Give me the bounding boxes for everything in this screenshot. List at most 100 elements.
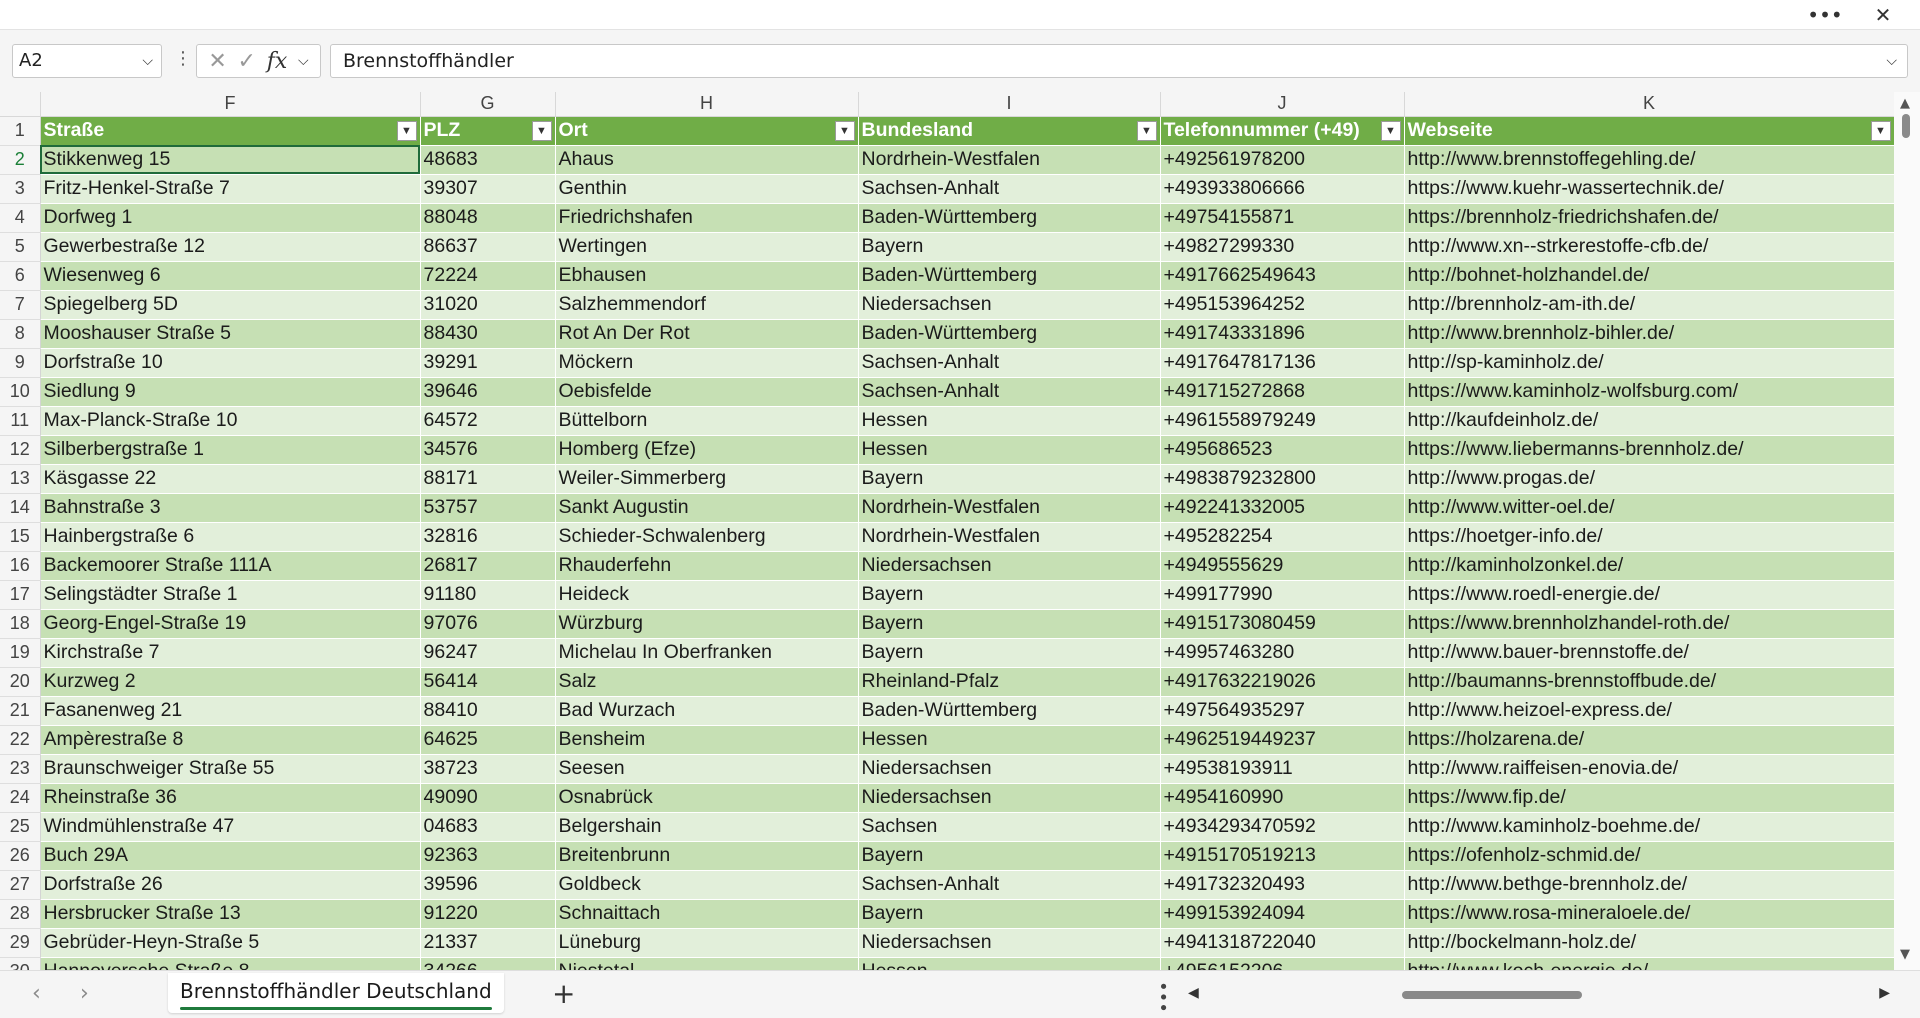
row-number[interactable]: 2	[0, 145, 41, 175]
phone-cell[interactable]: +4934293470592	[1160, 812, 1405, 842]
street-cell[interactable]: Kirchstraße 7	[40, 638, 421, 668]
street-cell[interactable]: Hannoversche Straße 8	[40, 957, 421, 970]
website-cell[interactable]: https://www.fip.de/	[1404, 783, 1895, 813]
city-cell[interactable]: Büttelborn	[555, 406, 859, 436]
street-cell[interactable]: Siedlung 9	[40, 377, 421, 407]
state-cell[interactable]: Rheinland-Pfalz	[858, 667, 1161, 697]
city-cell[interactable]: Friedrichshafen	[555, 203, 859, 233]
header-cell[interactable]: Bundesland ▼	[858, 116, 1161, 146]
state-cell[interactable]: Nordrhein-Westfalen	[858, 493, 1161, 523]
header-cell[interactable]: Straße ▼	[40, 116, 421, 146]
phone-cell[interactable]: +491743331896	[1160, 319, 1405, 349]
row-number[interactable]: 16	[0, 551, 41, 581]
city-cell[interactable]: Belgershain	[555, 812, 859, 842]
city-cell[interactable]: Sankt Augustin	[555, 493, 859, 523]
row-number[interactable]: 1	[0, 116, 41, 146]
column-header[interactable]: G	[420, 92, 556, 117]
state-cell[interactable]: Bayern	[858, 464, 1161, 494]
phone-cell[interactable]: +492561978200	[1160, 145, 1405, 175]
phone-cell[interactable]: +4956152206	[1160, 957, 1405, 970]
vertical-scroll-thumb[interactable]	[1902, 114, 1910, 138]
row-number[interactable]: 17	[0, 580, 41, 610]
state-cell[interactable]: Hessen	[858, 725, 1161, 755]
state-cell[interactable]: Bayern	[858, 638, 1161, 668]
state-cell[interactable]: Niedersachsen	[858, 290, 1161, 320]
street-cell[interactable]: Hersbrucker Straße 13	[40, 899, 421, 929]
city-cell[interactable]: Osnabrück	[555, 783, 859, 813]
website-cell[interactable]: http://brennholz-am-ith.de/	[1404, 290, 1895, 320]
street-cell[interactable]: Windmühlenstraße 47	[40, 812, 421, 842]
plz-cell[interactable]: 32816	[420, 522, 556, 552]
add-sheet-icon[interactable]: +	[552, 977, 575, 1010]
plz-cell[interactable]: 21337	[420, 928, 556, 958]
phone-cell[interactable]: +4941318722040	[1160, 928, 1405, 958]
website-cell[interactable]: http://www.witter-oel.de/	[1404, 493, 1895, 523]
website-cell[interactable]: http://baumanns-brennstoffbude.de/	[1404, 667, 1895, 697]
row-number[interactable]: 30	[0, 957, 41, 970]
scroll-left-icon[interactable]: ◀	[1188, 985, 1199, 1001]
city-cell[interactable]: Ahaus	[555, 145, 859, 175]
sheet-bar-more-icon[interactable]: •••	[1152, 981, 1173, 1013]
plz-cell[interactable]: 39291	[420, 348, 556, 378]
row-number[interactable]: 7	[0, 290, 41, 320]
state-cell[interactable]: Nordrhein-Westfalen	[858, 522, 1161, 552]
street-cell[interactable]: Stikkenweg 15	[40, 145, 421, 175]
phone-cell[interactable]: +491715272868	[1160, 377, 1405, 407]
website-cell[interactable]: http://www.brennholz-bihler.de/	[1404, 319, 1895, 349]
phone-cell[interactable]: +49754155871	[1160, 203, 1405, 233]
row-number[interactable]: 27	[0, 870, 41, 900]
website-cell[interactable]: http://www.progas.de/	[1404, 464, 1895, 494]
website-cell[interactable]: http://bockelmann-holz.de/	[1404, 928, 1895, 958]
website-cell[interactable]: http://kaminholzonkel.de/	[1404, 551, 1895, 581]
plz-cell[interactable]: 31020	[420, 290, 556, 320]
phone-cell[interactable]: +4915170519213	[1160, 841, 1405, 871]
city-cell[interactable]: Bad Wurzach	[555, 696, 859, 726]
row-number[interactable]: 9	[0, 348, 41, 378]
check-icon[interactable]: ✓	[238, 49, 256, 74]
row-number[interactable]: 19	[0, 638, 41, 668]
phone-cell[interactable]: +495153964252	[1160, 290, 1405, 320]
street-cell[interactable]: Mooshauser Straße 5	[40, 319, 421, 349]
plz-cell[interactable]: 34266	[420, 957, 556, 970]
state-cell[interactable]: Hessen	[858, 406, 1161, 436]
phone-cell[interactable]: +4961558979249	[1160, 406, 1405, 436]
plz-cell[interactable]: 48683	[420, 145, 556, 175]
column-header[interactable]: H	[555, 92, 859, 117]
phone-cell[interactable]: +4954160990	[1160, 783, 1405, 813]
state-cell[interactable]: Niedersachsen	[858, 783, 1161, 813]
plz-cell[interactable]: 88171	[420, 464, 556, 494]
city-cell[interactable]: Würzburg	[555, 609, 859, 639]
phone-cell[interactable]: +4983879232800	[1160, 464, 1405, 494]
formula-input[interactable]: Brennstoffhändler ⌵	[330, 44, 1908, 78]
city-cell[interactable]: Heideck	[555, 580, 859, 610]
phone-cell[interactable]: +4917647817136	[1160, 348, 1405, 378]
website-cell[interactable]: http://kaufdeinholz.de/	[1404, 406, 1895, 436]
state-cell[interactable]: Sachsen-Anhalt	[858, 174, 1161, 204]
plz-cell[interactable]: 26817	[420, 551, 556, 581]
name-box[interactable]: A2 ⌵	[12, 44, 162, 78]
vertical-scrollbar[interactable]: ▲ ▼	[1894, 92, 1920, 970]
city-cell[interactable]: Genthin	[555, 174, 859, 204]
plz-cell[interactable]: 49090	[420, 783, 556, 813]
column-header[interactable]: J	[1160, 92, 1405, 117]
street-cell[interactable]: Spiegelberg 5D	[40, 290, 421, 320]
row-number[interactable]: 28	[0, 899, 41, 929]
website-cell[interactable]: http://www.kaminholz-boehme.de/	[1404, 812, 1895, 842]
website-cell[interactable]: https://www.liebermanns-brennholz.de/	[1404, 435, 1895, 465]
website-cell[interactable]: https://www.roedl-energie.de/	[1404, 580, 1895, 610]
plz-cell[interactable]: 56414	[420, 667, 556, 697]
state-cell[interactable]: Niedersachsen	[858, 551, 1161, 581]
phone-cell[interactable]: +4949555629	[1160, 551, 1405, 581]
plz-cell[interactable]: 91180	[420, 580, 556, 610]
street-cell[interactable]: Dorfweg 1	[40, 203, 421, 233]
column-header[interactable]: F	[40, 92, 421, 117]
phone-cell[interactable]: +495686523	[1160, 435, 1405, 465]
website-cell[interactable]: https://brennholz-friedrichshafen.de/	[1404, 203, 1895, 233]
city-cell[interactable]: Breitenbrunn	[555, 841, 859, 871]
state-cell[interactable]: Baden-Württemberg	[858, 261, 1161, 291]
website-cell[interactable]: https://www.brennholzhandel-roth.de/	[1404, 609, 1895, 639]
street-cell[interactable]: Backemoorer Straße 111A	[40, 551, 421, 581]
state-cell[interactable]: Nordrhein-Westfalen	[858, 145, 1161, 175]
city-cell[interactable]: Wertingen	[555, 232, 859, 262]
street-cell[interactable]: Georg-Engel-Straße 19	[40, 609, 421, 639]
